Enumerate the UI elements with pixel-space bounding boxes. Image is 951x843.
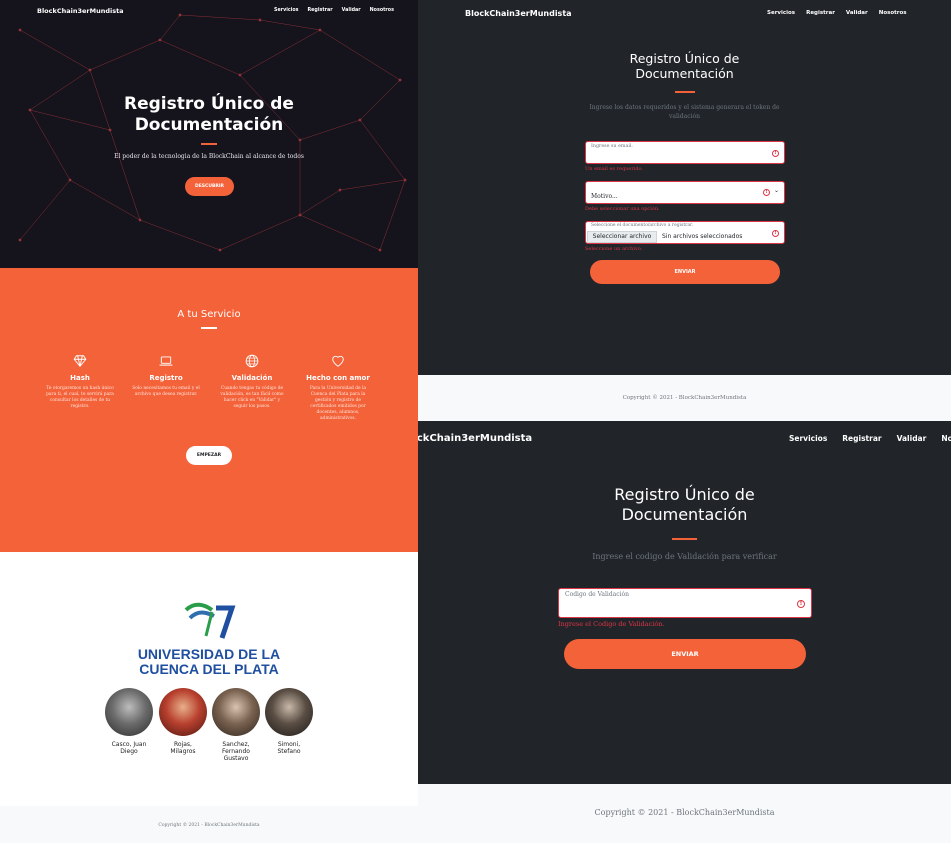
email-error: Un email es requerido. bbox=[585, 166, 644, 172]
choose-file-button[interactable]: Seleccionar archivo bbox=[587, 231, 657, 243]
nav-servicios[interactable]: Servicios bbox=[767, 10, 795, 16]
divider bbox=[672, 538, 697, 540]
service-validacion: Validación Cuando tengas tu código de va… bbox=[217, 354, 287, 410]
service-hash: Hash Te otorgaremos un hash único para t… bbox=[45, 354, 115, 410]
team-section: UNIVERSIDAD DE LA CUENCA DEL PLATA Casco… bbox=[0, 552, 418, 806]
motivo-select[interactable]: Motivo... ! ⌄ bbox=[585, 181, 785, 204]
services-section: A tu Servicio Hash Te otorgaremos un has… bbox=[0, 268, 418, 552]
copyright: Copyright © 2021 - BlockChain3erMundista bbox=[158, 823, 260, 828]
university-name: UNIVERSIDAD DE LA CUENCA DEL PLATA bbox=[137, 646, 281, 677]
nav-validar[interactable]: Validar bbox=[342, 8, 361, 13]
avatar bbox=[105, 688, 153, 736]
submit-button[interactable]: ENVIAR bbox=[564, 639, 806, 669]
brand-logo[interactable]: BlockChain3erMundista bbox=[465, 9, 572, 18]
divider bbox=[675, 91, 695, 93]
brand-logo[interactable]: BlockChain3erMundista bbox=[37, 7, 124, 15]
validation-code-error: Ingrese el Codigo de Validación. bbox=[558, 620, 665, 628]
footer: Copyright © 2021 - BlockChain3erMundista bbox=[0, 806, 418, 843]
copyright: Copyright © 2021 - BlockChain3erMundista bbox=[622, 395, 747, 401]
landing-page: BlockChain3erMundista Servicios Registra… bbox=[0, 0, 418, 843]
submit-button[interactable]: ENVIAR bbox=[590, 260, 780, 284]
error-icon: ! bbox=[772, 150, 779, 157]
service-amor: Hecho con amor Para la Universidad de la… bbox=[303, 354, 373, 422]
start-button[interactable]: EMPEZAR bbox=[186, 446, 232, 465]
avatar bbox=[212, 688, 260, 736]
form-subtitle: Ingrese los datos requeridos y el sistem… bbox=[589, 104, 780, 120]
validate-page: ockChain3erMundista Servicios Registrar … bbox=[418, 421, 951, 784]
team-member: Casco, Juan Diego bbox=[102, 688, 156, 755]
team-member: Simoni, Stefano bbox=[262, 688, 316, 755]
diamond-icon bbox=[73, 355, 87, 367]
nav-registrar[interactable]: Registrar bbox=[307, 8, 332, 13]
motivo-value: Motivo... bbox=[591, 193, 618, 200]
hero-title: Registro Único de Documentación bbox=[124, 94, 294, 135]
heart-icon bbox=[332, 355, 344, 367]
page-title: Registro Único de Documentación bbox=[629, 51, 740, 81]
nav-servicios[interactable]: Servicios bbox=[789, 434, 827, 443]
nav-nosotros[interactable]: Nosotros bbox=[370, 8, 394, 13]
nav-registrar[interactable]: Registrar bbox=[842, 434, 881, 443]
top-nav: Servicios Registrar Validar Nosotros bbox=[274, 8, 394, 13]
email-field[interactable]: Ingrese su email. ! bbox=[585, 141, 785, 164]
discover-button[interactable]: DESCUBRIR bbox=[185, 177, 234, 196]
globe-icon bbox=[245, 354, 259, 368]
validation-code-label: Codigo de Validación bbox=[565, 591, 629, 598]
validation-code-field[interactable]: Codigo de Validación ! bbox=[558, 588, 812, 618]
nav-registrar[interactable]: Registrar bbox=[806, 10, 835, 16]
nav-validar[interactable]: Validar bbox=[846, 10, 868, 16]
top-nav: Servicios Registrar Validar Noso bbox=[789, 434, 951, 443]
motivo-error: Debe seleccionar una opción. bbox=[585, 206, 660, 212]
error-icon: ! bbox=[772, 230, 779, 237]
nav-nosotros[interactable]: Noso bbox=[941, 434, 951, 443]
email-label: Ingrese su email. bbox=[591, 144, 633, 149]
copyright: Copyright © 2021 - BlockChain3erMundista bbox=[594, 808, 775, 817]
file-error: Seleccione un archivo. bbox=[585, 246, 643, 252]
hero-subtitle: El poder de la tecnologia de la BlockCha… bbox=[114, 153, 304, 160]
university-logo-icon bbox=[184, 602, 236, 639]
divider bbox=[201, 327, 217, 329]
avatar bbox=[159, 688, 207, 736]
team-member: Sanchez, Fernando Gustavo bbox=[209, 688, 263, 762]
chevron-down-icon: ⌄ bbox=[773, 187, 779, 194]
top-nav: Servicios Registrar Validar Nosotros bbox=[767, 10, 907, 16]
form-subtitle: Ingrese el codigo de Validación para ver… bbox=[592, 552, 777, 561]
error-icon: ! bbox=[763, 189, 770, 196]
nav-nosotros[interactable]: Nosotros bbox=[879, 10, 907, 16]
team-member: Rojas, Milagros bbox=[156, 688, 210, 755]
error-icon: ! bbox=[797, 600, 805, 608]
services-heading: A tu Servicio bbox=[177, 309, 241, 320]
footer: Copyright © 2021 - BlockChain3erMundista bbox=[418, 375, 951, 421]
nav-servicios[interactable]: Servicios bbox=[274, 8, 298, 13]
brand-logo[interactable]: ockChain3erMundista bbox=[418, 433, 532, 444]
footer: Copyright © 2021 - BlockChain3erMundista bbox=[418, 784, 951, 843]
laptop-icon bbox=[159, 356, 173, 366]
register-page: BlockChain3erMundista Servicios Registra… bbox=[418, 0, 951, 375]
page-title: Registro Único de Documentación bbox=[614, 485, 755, 524]
service-registro: Registro Solo necesitamos tu email y el … bbox=[131, 354, 201, 398]
file-field: Seleccione el documento/archivo a regist… bbox=[585, 221, 785, 244]
divider bbox=[201, 143, 217, 145]
file-label: Seleccione el documento/archivo a regist… bbox=[591, 223, 694, 228]
nav-validar[interactable]: Validar bbox=[897, 434, 927, 443]
avatar bbox=[265, 688, 313, 736]
hero-section: BlockChain3erMundista Servicios Registra… bbox=[0, 0, 418, 268]
file-status: Sin archivos seleccionados bbox=[662, 233, 743, 240]
